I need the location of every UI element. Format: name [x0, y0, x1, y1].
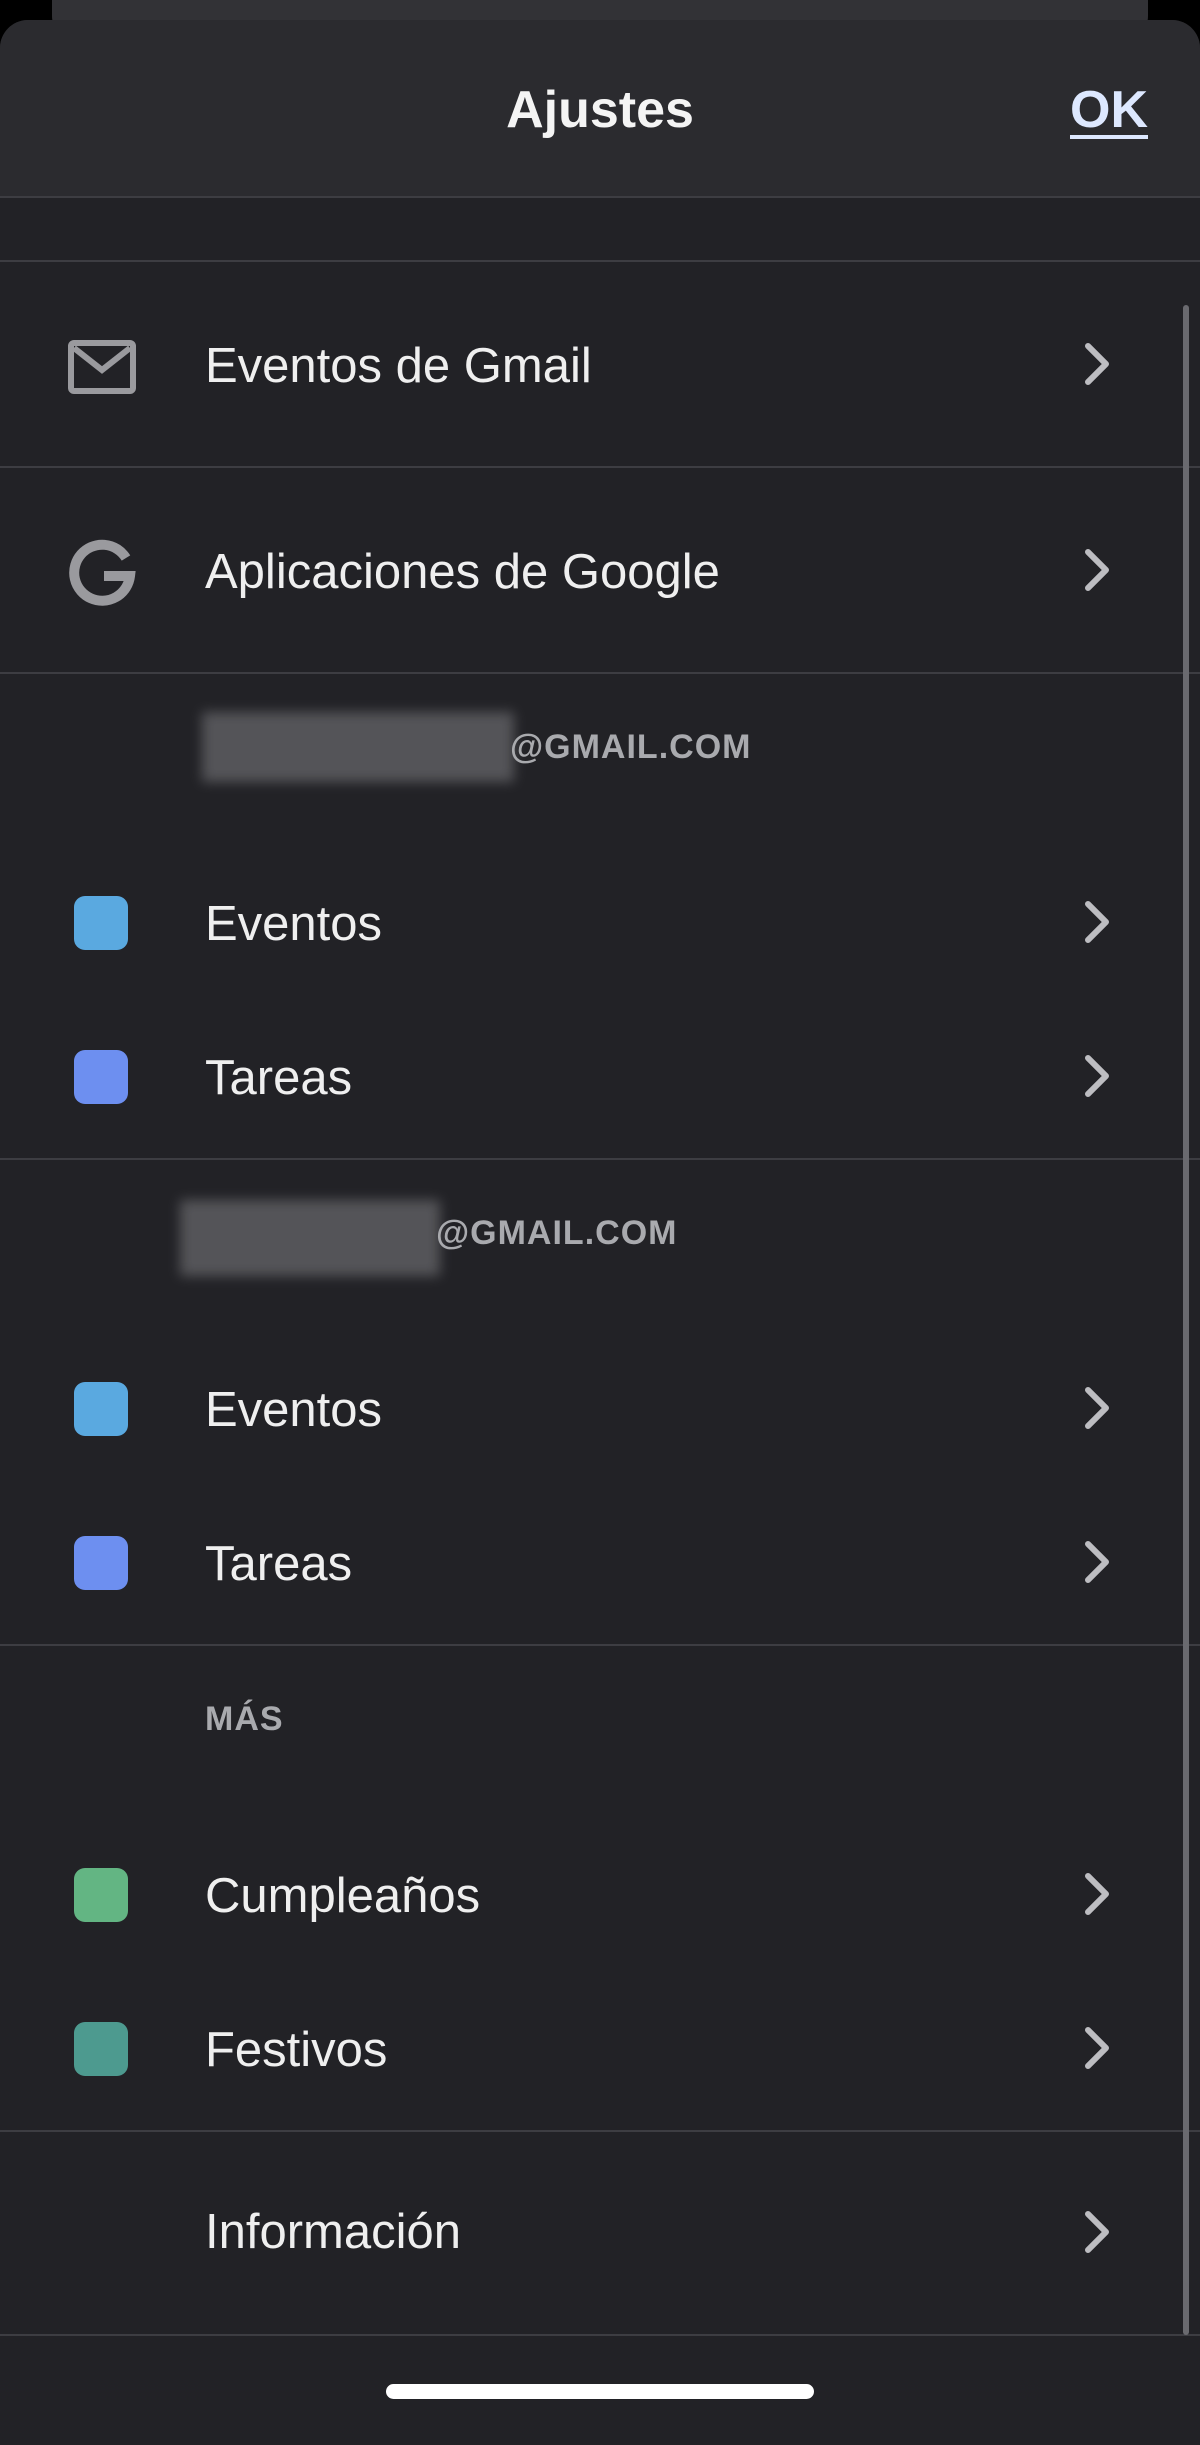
holidays-label: Festivos [205, 2023, 388, 2077]
account-2-events-row[interactable]: Eventos [0, 1332, 1200, 1486]
chevron-right-icon [1080, 2210, 1116, 2254]
holidays-row[interactable]: Festivos [0, 1972, 1200, 2126]
settings-sheet: Ajustes OK Eventos de Gmail Aplicaciones… [0, 20, 1200, 2445]
ok-button[interactable]: OK [1070, 80, 1148, 140]
chevron-right-icon [1080, 548, 1116, 592]
redacted-email-blur [180, 1200, 440, 1276]
account-2-events-label: Eventos [205, 1383, 383, 1437]
info-row[interactable]: Información [0, 2132, 1200, 2334]
account-1-tasks-row[interactable]: Tareas [0, 1000, 1200, 1154]
account-email-header: @GMAIL.COM [510, 728, 752, 766]
google-apps-label: Aplicaciones de Google [205, 545, 720, 599]
chevron-right-icon [1080, 1540, 1116, 1584]
account-1-tasks-label: Tareas [205, 1051, 353, 1105]
calendar-color-swatch [74, 1536, 128, 1590]
birthdays-label: Cumpleaños [205, 1869, 481, 1923]
chevron-right-icon [1080, 2026, 1116, 2070]
calendar-color-swatch [74, 2022, 128, 2076]
info-label: Información [205, 2205, 462, 2259]
chevron-right-icon [1080, 900, 1116, 944]
chevron-right-icon [1080, 1054, 1116, 1098]
account-1-events-row[interactable]: Eventos [0, 846, 1200, 1000]
divider [0, 2334, 1200, 2336]
page-title: Ajustes [506, 81, 694, 139]
calendar-color-swatch [74, 1382, 128, 1436]
divider [0, 1644, 1200, 1646]
gmail-events-label: Eventos de Gmail [205, 339, 592, 393]
gmail-events-row[interactable]: Eventos de Gmail [0, 262, 1200, 466]
calendar-color-swatch [74, 1050, 128, 1104]
home-indicator[interactable] [386, 2384, 814, 2399]
more-section-header: MÁS [205, 1700, 284, 1738]
scrollbar[interactable] [1183, 305, 1189, 2335]
chevron-right-icon [1080, 1386, 1116, 1430]
chevron-right-icon [1080, 1872, 1116, 1916]
mail-icon [68, 340, 136, 399]
google-g-icon [68, 538, 136, 611]
google-apps-row[interactable]: Aplicaciones de Google [0, 468, 1200, 672]
account-2-tasks-row[interactable]: Tareas [0, 1486, 1200, 1640]
redacted-email-blur [202, 712, 514, 782]
header-bar: Ajustes OK [0, 20, 1200, 198]
account-2-tasks-label: Tareas [205, 1537, 353, 1591]
calendar-color-swatch [74, 1868, 128, 1922]
divider [0, 672, 1200, 674]
calendar-color-swatch [74, 896, 128, 950]
chevron-right-icon [1080, 342, 1116, 386]
account-email-header: @GMAIL.COM [436, 1214, 678, 1252]
divider [0, 1158, 1200, 1160]
account-1-events-label: Eventos [205, 897, 383, 951]
birthdays-row[interactable]: Cumpleaños [0, 1818, 1200, 1972]
